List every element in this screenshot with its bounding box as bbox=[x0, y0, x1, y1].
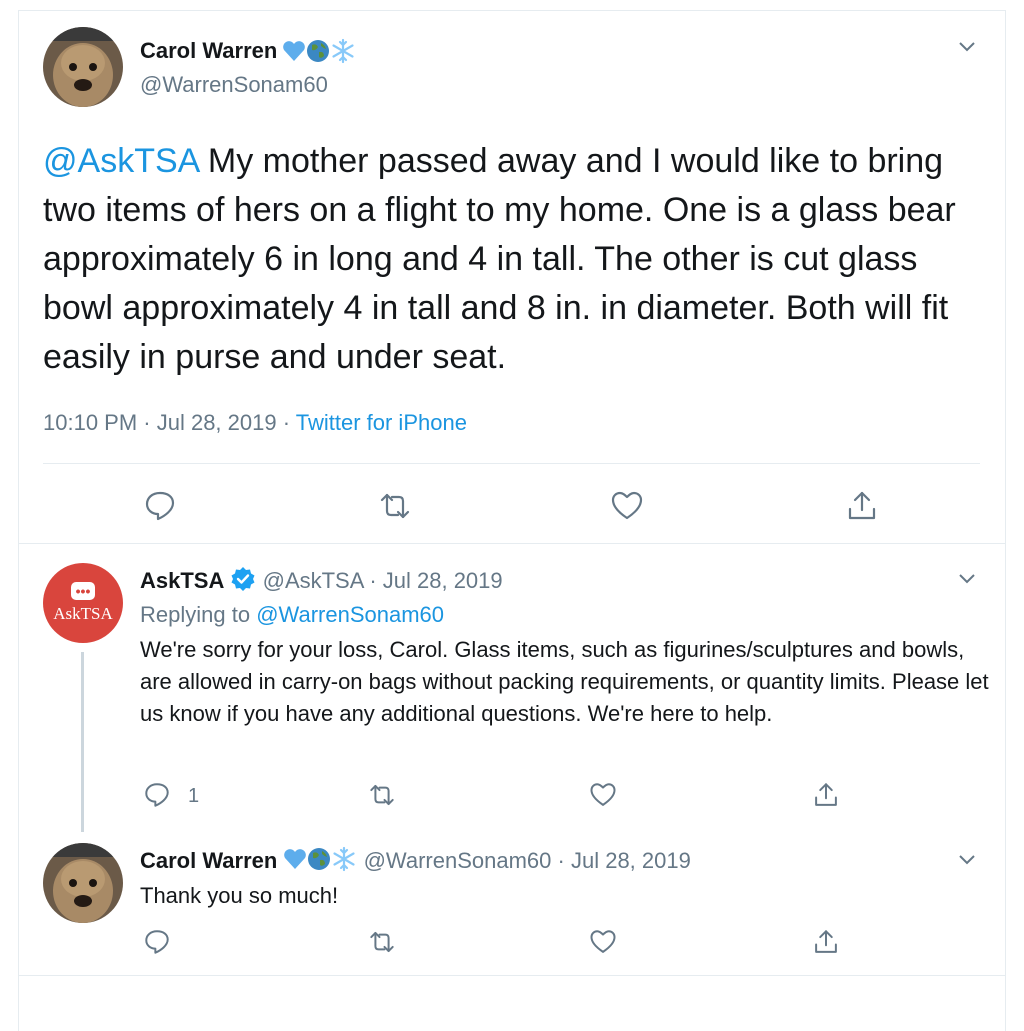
author-handle[interactable]: @AskTSA bbox=[263, 568, 364, 593]
like-icon[interactable] bbox=[610, 489, 644, 523]
globe-icon bbox=[307, 847, 331, 877]
replying-to: Replying to @WarrenSonam60 bbox=[140, 602, 444, 628]
share-icon[interactable] bbox=[812, 928, 840, 956]
share-icon[interactable] bbox=[845, 489, 879, 523]
reply-count: 1 bbox=[188, 785, 200, 807]
author-handle[interactable]: @WarrenSonam60 bbox=[140, 72, 328, 98]
avatar[interactable]: ••• AskTSA bbox=[43, 563, 123, 643]
thread-line bbox=[81, 652, 84, 832]
replying-to-link[interactable]: @WarrenSonam60 bbox=[256, 602, 444, 627]
reply-date[interactable]: · Jul 28, 2019 bbox=[558, 848, 691, 873]
globe-icon bbox=[306, 39, 330, 68]
reply-header: Carol Warren @WarrenSonam60 · Jul 28, 20… bbox=[140, 846, 691, 878]
reply-icon[interactable] bbox=[143, 489, 177, 523]
like-icon[interactable] bbox=[589, 928, 617, 956]
author-row: Carol Warren bbox=[140, 38, 356, 69]
reply-body: Thank you so much! bbox=[140, 883, 339, 908]
blue-heart-icon bbox=[282, 40, 306, 67]
avatar-label: AskTSA bbox=[53, 604, 113, 623]
divider bbox=[18, 543, 1005, 544]
chevron-down-icon[interactable] bbox=[956, 568, 978, 590]
reply-date[interactable]: · Jul 28, 2019 bbox=[369, 568, 502, 593]
reply-icon[interactable] bbox=[143, 928, 171, 956]
reply-header: AskTSA @AskTSA · Jul 28, 2019 bbox=[140, 566, 503, 598]
dog-avatar-image bbox=[43, 27, 123, 107]
author-name[interactable]: AskTSA bbox=[140, 568, 224, 593]
replying-prefix: Replying to bbox=[140, 602, 251, 627]
divider bbox=[18, 975, 1005, 976]
author-name[interactable]: Carol Warren bbox=[140, 848, 277, 873]
retweet-icon[interactable] bbox=[368, 781, 396, 809]
author-handle[interactable]: @WarrenSonam60 bbox=[364, 848, 552, 873]
share-icon[interactable] bbox=[812, 781, 840, 809]
snowflake-icon bbox=[330, 38, 356, 69]
retweet-icon[interactable] bbox=[378, 489, 412, 523]
mention-link[interactable]: @AskTSA bbox=[43, 142, 198, 180]
reply-icon[interactable] bbox=[143, 781, 171, 809]
avatar[interactable] bbox=[43, 27, 123, 107]
chevron-down-icon[interactable] bbox=[956, 36, 978, 58]
chat-bubble-icon: ••• bbox=[71, 582, 95, 600]
like-icon[interactable] bbox=[589, 781, 617, 809]
chevron-down-icon[interactable] bbox=[956, 849, 978, 871]
dog-avatar-image bbox=[43, 843, 123, 923]
retweet-icon[interactable] bbox=[368, 928, 396, 956]
timestamp[interactable]: 10:10 PM · Jul 28, 2019 · bbox=[43, 410, 290, 435]
divider bbox=[43, 463, 980, 464]
tweet-text: @AskTSA My mother passed away and I woul… bbox=[43, 137, 993, 382]
source-link[interactable]: Twitter for iPhone bbox=[296, 410, 467, 435]
tweet-meta: 10:10 PM · Jul 28, 2019 · Twitter for iP… bbox=[43, 410, 467, 436]
verified-badge-icon bbox=[230, 566, 256, 598]
blue-heart-icon bbox=[283, 848, 307, 876]
avatar[interactable] bbox=[43, 843, 123, 923]
author-name[interactable]: Carol Warren bbox=[140, 38, 277, 63]
reply-body: We're sorry for your loss, Carol. Glass … bbox=[140, 637, 989, 726]
snowflake-icon bbox=[331, 846, 357, 878]
